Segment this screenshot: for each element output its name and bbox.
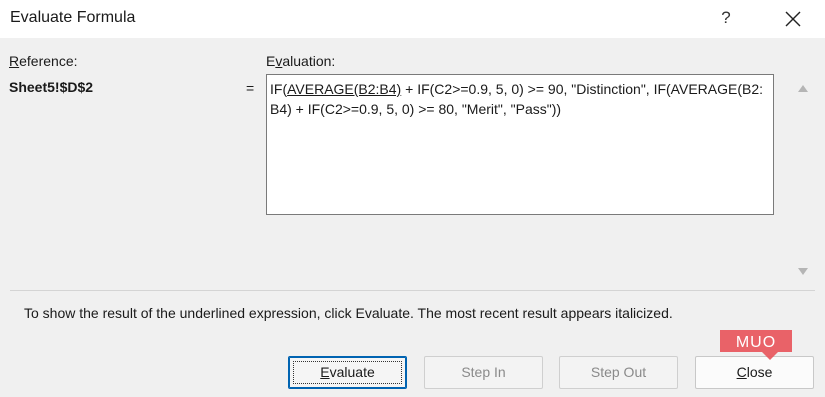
hint-text: To show the result of the underlined exp… bbox=[24, 305, 673, 321]
divider bbox=[10, 290, 815, 291]
help-button[interactable]: ? bbox=[712, 4, 740, 32]
evaluation-scrollbar[interactable] bbox=[789, 82, 819, 278]
evaluation-label: Evaluation: bbox=[266, 53, 336, 69]
evaluation-box[interactable]: IF(AVERAGE(B2:B4) + IF(C2>=0.9, 5, 0) >=… bbox=[266, 74, 774, 215]
evaluate-button[interactable]: Evaluate bbox=[288, 356, 407, 389]
reference-label: Reference: bbox=[9, 53, 78, 69]
reference-value: Sheet5!$D$2 bbox=[9, 79, 94, 95]
focus-rectangle bbox=[293, 361, 402, 384]
equals-sign: = bbox=[246, 80, 255, 96]
window-title: Evaluate Formula bbox=[10, 9, 136, 26]
step-out-button[interactable]: Step Out bbox=[559, 356, 678, 389]
muo-watermark-logo: MUO bbox=[718, 326, 794, 362]
close-window-button[interactable] bbox=[779, 5, 807, 33]
underlined-expression: AVERAGE(B2:B4) bbox=[287, 81, 402, 97]
step-in-button[interactable]: Step In bbox=[424, 356, 543, 389]
formula-prefix: IF( bbox=[270, 81, 288, 97]
scroll-up-icon[interactable] bbox=[798, 85, 808, 92]
title-bar: Evaluate Formula ? bbox=[0, 0, 825, 38]
svg-text:MUO: MUO bbox=[736, 334, 776, 351]
scroll-down-icon[interactable] bbox=[798, 268, 808, 275]
close-icon bbox=[785, 11, 801, 27]
dialog-body: Reference: Sheet5!$D$2 = Evaluation: IF(… bbox=[0, 38, 825, 290]
